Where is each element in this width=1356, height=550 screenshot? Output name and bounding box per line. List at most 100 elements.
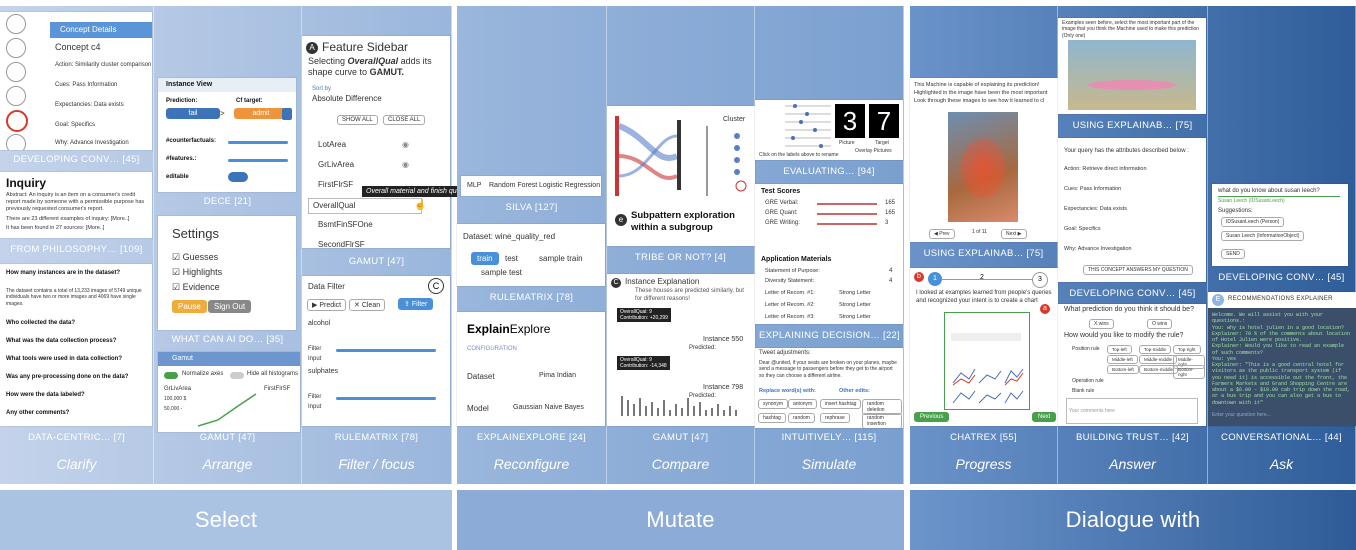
feature-secondflrsf[interactable]: SecondFlrSF [318,240,365,248]
letter-1-select[interactable]: Strong Letter [839,290,871,297]
step-2[interactable]: 2 [980,274,984,281]
sulphates-filter-slider[interactable] [336,397,436,400]
screenshot-feature-sidebar: A Feature Sidebar Selecting OverallQual … [302,36,450,248]
next-step-button[interactable]: Next [1032,412,1057,422]
cell-bottom-left[interactable]: Bottom-left [1107,365,1139,374]
column-filter: A Feature Sidebar Selecting OverallQual … [302,6,474,484]
sign-out-button[interactable]: Sign Out [208,300,252,313]
settings-evidence[interactable]: ☑ Evidence [172,282,220,293]
caption-data-centric: DATA-CENTRIC… [7] [27,432,126,443]
question-input[interactable]: Enter your question here... [1212,412,1271,418]
step-1[interactable]: 1 [928,272,942,286]
caption-what-can-ai: WHAT CAN AI DO… [35] [171,334,284,345]
position-rule-label: Position rule [1072,346,1100,352]
send-button[interactable]: SEND [1221,249,1245,259]
comment-textarea[interactable]: Your comments here [1066,398,1198,424]
o-wins-button[interactable]: O wins [1147,319,1173,329]
chip-synonym[interactable]: synonym [758,399,789,409]
search-icon[interactable] [282,108,292,120]
feature-bsmtfinsfone[interactable]: BsmtFinSFOne [318,220,373,230]
screenshot-inquiry: Inquiry Abstract: An inquiry is an item … [0,172,152,238]
chip-hashtag[interactable]: hashtag [758,413,786,423]
eye-icon[interactable]: ◉ [402,160,409,169]
cell-middle-middle[interactable]: Middle-middle [1139,355,1178,364]
pause-button[interactable]: Pause [172,300,207,313]
predicted-1: Predicted: [689,345,717,351]
letter-3-select[interactable]: Strong Letter [839,314,871,321]
badge-e: e [615,214,627,226]
test-button[interactable]: test [505,254,518,264]
target-digit: 7 [869,104,899,138]
column-arrange: Instance View Prediction: Cf target: fai… [154,6,302,484]
cell-top-middle[interactable]: Top-middle [1139,345,1172,354]
caption-dece: DECE [21] [203,196,252,207]
cell-top-right[interactable]: Top-right [1173,345,1201,354]
eye-icon[interactable]: ◉ [402,140,409,149]
tab-random-forest[interactable]: Random Forest [489,182,537,191]
previous-button[interactable]: Previous [914,412,950,422]
step-3[interactable]: 3 [1032,272,1048,288]
caption-developing-conv-3: DEVELOPING CONV… [45] [1218,272,1345,283]
sortby-select[interactable]: Absolute Difference [312,94,382,104]
filter-button[interactable]: ⇪ Filter [398,298,434,310]
cell-top-left[interactable]: Top-left [1107,345,1132,354]
dece-fail-button[interactable]: fail [166,108,220,119]
dataset-select[interactable]: Pima Indian [539,372,576,381]
dece-admit-button[interactable]: admit [234,108,288,119]
alcohol-filter-slider[interactable] [336,349,436,352]
feature-firstflrsf[interactable]: FirstFlrSF [318,180,353,190]
tab-mlp[interactable]: MLP [467,182,481,191]
ask-answer: Susan Leech (IDSusanLeech) [1218,198,1285,204]
using2-instruction: Examples seen before, select the most im… [1062,20,1200,39]
dece-editable-toggle[interactable] [228,172,248,182]
dataset-label[interactable]: Dataset: wine_quality_red [463,232,555,242]
dece-cf-slider[interactable] [228,141,288,144]
concept-name: Concept c4 [55,42,101,52]
chip-antonym[interactable]: antonym [788,399,818,409]
verb-arrange: Arrange [202,456,253,472]
surfboard-photo [1068,40,1196,110]
suggestion-person[interactable]: IDSusanLeech (Person) [1221,217,1285,227]
normalize-toggle[interactable] [164,372,178,379]
chip-random[interactable]: random [788,413,815,423]
dataset-field-label: Dataset [467,372,495,381]
prev-button[interactable]: ◀ Prev [929,229,955,239]
cell-middle-left[interactable]: Middle-left [1107,355,1138,364]
gre-verbal-value: 165 [885,200,896,206]
screenshot-concept-details: Concept Details Concept c4 Action: Simil… [0,12,152,150]
chip-insert-hashtag[interactable]: insert hashtag [820,399,862,409]
sample-test-button[interactable]: sample test [481,268,522,278]
chip-rephrase[interactable]: rephrase [820,413,850,423]
show-all-button[interactable]: SHOW ALL [337,115,378,125]
x-wins-button[interactable]: X wins [1089,319,1114,329]
settings-guesses[interactable]: ☑ Guesses [172,252,218,263]
train-button[interactable]: train [471,252,499,265]
letter-2-select[interactable]: Strong Letter [839,302,871,309]
settings-highlights[interactable]: ☑ Highlights [172,267,222,278]
inquiry-sources: It has been found in 27 sources: [More..… [6,225,105,231]
gre-quant-value: 165 [885,210,896,216]
cell-bottom-right[interactable]: Bottom-right [1173,365,1205,379]
gre-verbal: GRE Verbal: [765,200,799,206]
gre-writing-slider[interactable] [817,223,877,225]
suggestion-information-object[interactable]: Susan Leech (InformationObject) [1221,231,1305,241]
model-select[interactable]: Gaussian Naive Bayes [513,404,584,413]
tab-logistic-regression[interactable]: Logistic Regression [539,182,600,191]
gre-verbal-slider[interactable] [817,203,877,205]
feature-grlivarea[interactable]: GrLivArea [318,160,354,170]
tag-2: OverallQual: 9 Contribution: -14,348 [617,356,670,370]
concept-answers-button[interactable]: THIS CONCEPT ANSWERS MY QUESTION [1083,265,1193,275]
feature-overallqual[interactable]: OverallQual [308,198,422,214]
feature-lotarea[interactable]: LotArea [318,140,346,150]
gre-quant-slider[interactable] [817,213,877,215]
predict-button[interactable]: ▶ Predict [307,299,347,311]
dece-features: #features.: [166,156,197,162]
close-all-button[interactable]: CLOSE ALL [383,115,426,125]
next-button[interactable]: Next ▶ [1001,229,1027,239]
band-mutate-label: Mutate [646,507,715,532]
hide-toggle[interactable] [230,372,244,379]
chip-random-insertion[interactable]: random insertion [862,413,902,428]
clean-button[interactable]: ✕ Clean [349,299,386,311]
sample-train-button[interactable]: sample train [539,254,583,264]
dece-features-slider[interactable] [228,159,288,162]
